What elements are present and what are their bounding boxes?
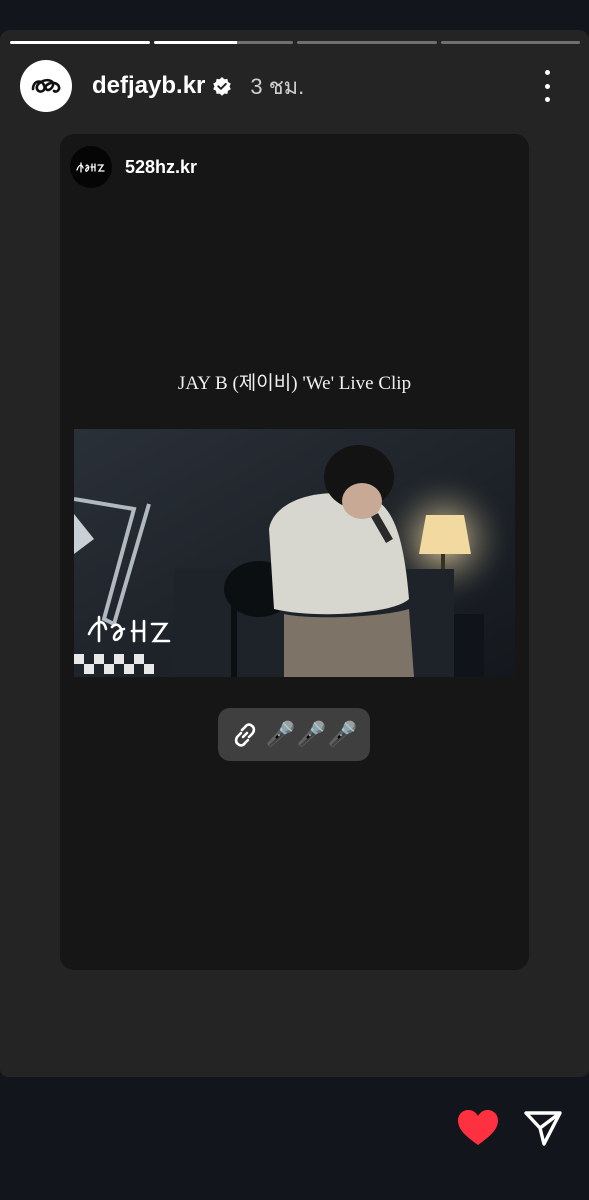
story-header: defjayb.kr 3 ชม. (20, 60, 575, 112)
shared-post-header: 528hz.kr (70, 146, 197, 188)
progress-segment (10, 41, 150, 44)
link-icon (234, 722, 255, 747)
progress-segment (153, 41, 293, 44)
send-icon[interactable] (522, 1109, 564, 1147)
heart-icon[interactable] (457, 1109, 499, 1147)
verified-badge-icon (213, 77, 232, 96)
video-thumbnail-image[interactable] (74, 429, 515, 677)
more-vertical-icon[interactable] (535, 70, 559, 102)
story-viewer[interactable]: defjayb.kr 3 ชม. 528hz.kr JAY B (제이비) 'W… (0, 30, 589, 1077)
username[interactable]: defjayb.kr (92, 72, 205, 100)
528hz-logo-icon[interactable] (70, 146, 112, 188)
progress-segment (440, 41, 580, 44)
brand-logo-icon (31, 78, 61, 93)
post-time: 3 ชม. (250, 73, 305, 99)
shared-post-username[interactable]: 528hz.kr (125, 157, 197, 178)
story-actions-bar (0, 1077, 589, 1200)
link-sticker-text: 🎤🎤🎤 (265, 721, 359, 748)
avatar[interactable] (20, 60, 72, 112)
link-sticker[interactable]: 🎤🎤🎤 (218, 708, 370, 761)
shared-post-card[interactable]: 528hz.kr JAY B (제이비) 'We' Live Clip 🎤🎤🎤 (60, 134, 529, 970)
shared-post-title: JAY B (제이비) 'We' Live Clip (177, 373, 412, 394)
story-progress-bar (10, 41, 580, 44)
progress-segment (297, 41, 437, 44)
